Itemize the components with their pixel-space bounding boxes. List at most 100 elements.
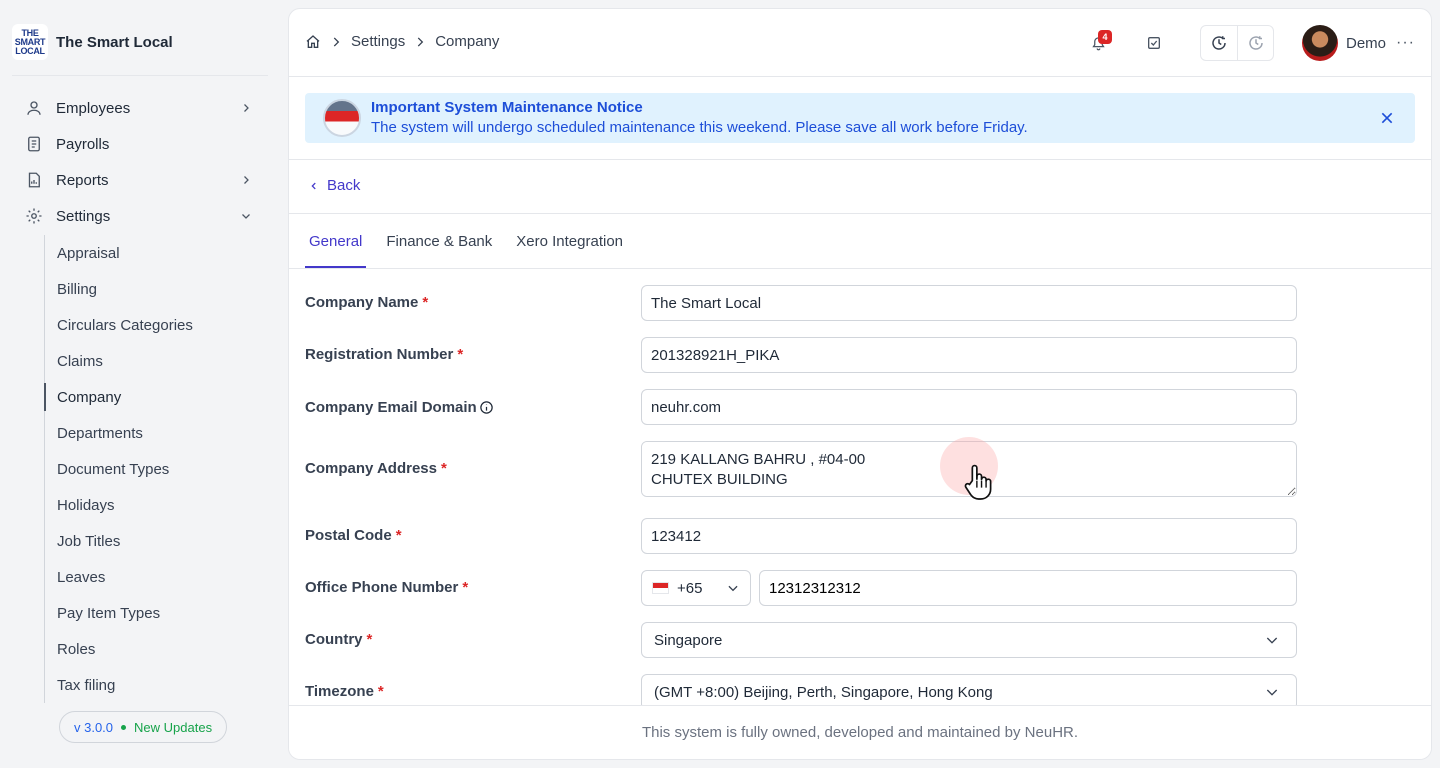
- divider: [289, 268, 1431, 269]
- sidebar-item-payrolls[interactable]: Payrolls: [16, 126, 266, 162]
- divider: [289, 159, 1431, 160]
- divider: [12, 75, 268, 76]
- sidebar-item-job-titles[interactable]: Job Titles: [45, 523, 266, 559]
- postal-code-input[interactable]: [641, 518, 1297, 554]
- tab-xero-integration[interactable]: Xero Integration: [512, 214, 627, 268]
- sidebar-item-leaves[interactable]: Leaves: [45, 559, 266, 595]
- office-phone-input[interactable]: [759, 570, 1297, 606]
- sidebar-item-billing[interactable]: Billing: [45, 271, 266, 307]
- chevron-right-icon: [238, 172, 254, 188]
- field-label: Registration Number *: [305, 346, 463, 363]
- gear-icon: [24, 206, 44, 226]
- registration-number-input[interactable]: [641, 337, 1297, 373]
- sidebar-item-label: Employees: [56, 99, 131, 117]
- breadcrumb-company: Company: [435, 33, 500, 50]
- notification-badge: 4: [1098, 30, 1112, 44]
- chevron-down-icon: [1264, 632, 1280, 648]
- label-text: Office Phone Number: [305, 579, 459, 596]
- country-code-select[interactable]: +65: [641, 570, 751, 606]
- field-label: Timezone *: [305, 683, 384, 700]
- tabs: General Finance & Bank Xero Integration: [305, 214, 643, 268]
- tasks-button[interactable]: [1136, 25, 1172, 61]
- brand-logo: THE SMART LOCAL: [12, 24, 48, 60]
- status-dot: [121, 724, 127, 730]
- breadcrumb: Settings Company: [305, 33, 499, 50]
- label-text: Postal Code: [305, 527, 392, 544]
- sidebar-item-label: Reports: [56, 171, 109, 189]
- info-icon[interactable]: [479, 400, 494, 415]
- checkbox-icon: [1148, 37, 1160, 49]
- chart-file-icon: [24, 170, 44, 190]
- sidebar-item-holidays[interactable]: Holidays: [45, 487, 266, 523]
- sidebar-item-company[interactable]: Company: [44, 379, 266, 415]
- required-mark: *: [366, 631, 373, 648]
- notice-text: The system will undergo scheduled mainte…: [371, 119, 1028, 136]
- updates-label: New Updates: [134, 719, 213, 735]
- tab-general[interactable]: General: [305, 214, 367, 268]
- chevron-right-icon: [413, 35, 427, 49]
- close-notice-button[interactable]: [1375, 106, 1399, 130]
- user-name: Demo: [1346, 34, 1387, 52]
- main-panel: Settings Company 4 Demo ··· Important Sy…: [288, 8, 1432, 760]
- sidebar-nav: Employees Payrolls Reports Settings: [16, 90, 266, 234]
- sidebar-item-pay-item-types[interactable]: Pay Item Types: [45, 595, 266, 631]
- version-label: v 3.0.0: [74, 719, 114, 735]
- more-icon[interactable]: ···: [1396, 34, 1415, 52]
- topbar: Settings Company 4 Demo ···: [289, 9, 1431, 77]
- sidebar-item-label: Settings: [56, 207, 111, 225]
- sidebar-item-document-types[interactable]: Document Types: [45, 451, 266, 487]
- sidebar-item-circulars-categories[interactable]: Circulars Categories: [45, 307, 266, 343]
- country-value: Singapore: [654, 631, 723, 649]
- sidebar: THE SMART LOCAL The Smart Local Employee…: [0, 0, 280, 768]
- back-label: Back: [327, 177, 361, 194]
- back-link[interactable]: Back: [309, 177, 360, 194]
- required-mark: *: [462, 579, 469, 596]
- attendance-toggle: [1200, 25, 1274, 61]
- required-mark: *: [377, 683, 384, 700]
- label-text: Registration Number: [305, 346, 454, 363]
- version-pill[interactable]: v 3.0.0 New Updates: [59, 711, 228, 743]
- clock-in-icon: [1212, 36, 1226, 50]
- company-name-input[interactable]: [641, 285, 1297, 321]
- required-mark: *: [395, 527, 402, 544]
- chevron-left-icon: [309, 181, 319, 191]
- country-select[interactable]: Singapore: [641, 622, 1297, 658]
- label-text: Timezone: [305, 683, 374, 700]
- required-mark: *: [440, 460, 447, 477]
- required-mark: *: [422, 294, 429, 311]
- sidebar-item-tax-filing[interactable]: Tax filing: [45, 667, 266, 703]
- notice-title: Important System Maintenance Notice: [371, 99, 643, 116]
- settings-subnav: Appraisal Billing Circulars Categories C…: [44, 235, 266, 703]
- breadcrumb-settings[interactable]: Settings: [351, 33, 405, 50]
- sidebar-item-reports[interactable]: Reports: [16, 162, 266, 198]
- brand[interactable]: THE SMART LOCAL The Smart Local: [12, 24, 173, 60]
- user-menu[interactable]: Demo ···: [1302, 25, 1415, 61]
- required-mark: *: [457, 346, 464, 363]
- maintenance-notice: Important System Maintenance Notice The …: [305, 93, 1415, 143]
- label-text: Country: [305, 631, 363, 648]
- chevron-down-icon: [238, 208, 254, 224]
- label-text: Company Name: [305, 294, 419, 311]
- sidebar-item-claims[interactable]: Claims: [45, 343, 266, 379]
- sidebar-item-roles[interactable]: Roles: [45, 631, 266, 667]
- sidebar-item-employees[interactable]: Employees: [16, 90, 266, 126]
- sidebar-item-appraisal[interactable]: Appraisal: [45, 235, 266, 271]
- notifications-button[interactable]: 4: [1080, 25, 1116, 61]
- clock-out-icon: [1248, 36, 1263, 50]
- tab-finance-bank[interactable]: Finance & Bank: [382, 214, 496, 268]
- label-text: Company Address: [305, 460, 437, 477]
- chevron-down-icon: [726, 581, 740, 595]
- field-label: Postal Code *: [305, 527, 402, 544]
- sidebar-item-departments[interactable]: Departments: [45, 415, 266, 451]
- avatar: [1302, 25, 1338, 61]
- clock-in-button[interactable]: [1201, 26, 1237, 60]
- field-label: Company Email Domain: [305, 399, 494, 416]
- email-domain-input[interactable]: [641, 389, 1297, 425]
- field-label: Country *: [305, 631, 372, 648]
- clock-out-button[interactable]: [1237, 26, 1273, 60]
- singapore-flag-icon: [652, 582, 669, 594]
- top-actions: 4 Demo ···: [1080, 25, 1415, 61]
- home-icon[interactable]: [305, 34, 321, 50]
- sidebar-item-settings[interactable]: Settings: [16, 198, 266, 234]
- chevron-right-icon: [329, 35, 343, 49]
